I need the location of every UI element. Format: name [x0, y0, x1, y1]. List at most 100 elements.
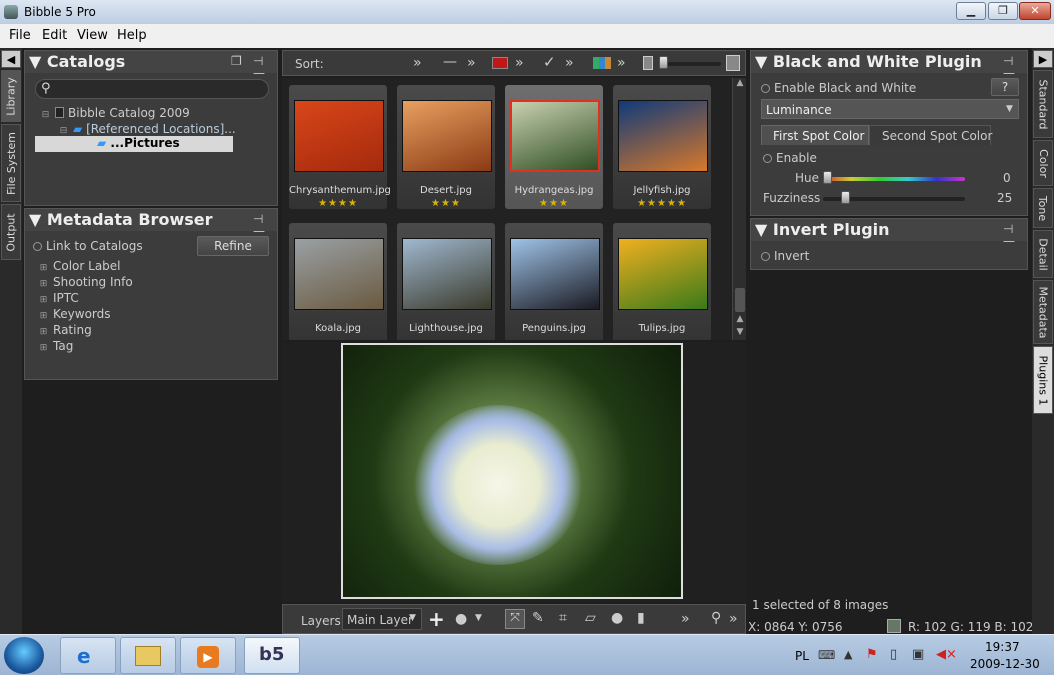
- large-thumb-icon[interactable]: [726, 55, 740, 71]
- more-icon[interactable]: »: [467, 55, 476, 71]
- fit-icon[interactable]: ⤧: [505, 609, 525, 629]
- meta-item-color-label[interactable]: ⊞ Color Label: [39, 259, 121, 273]
- action-center-icon[interactable]: ⚑: [866, 647, 878, 662]
- thumb-size-slider[interactable]: [659, 62, 721, 66]
- circle-icon[interactable]: ●: [455, 611, 467, 627]
- more-icon[interactable]: »: [515, 55, 524, 71]
- invert-radio[interactable]: Invert: [761, 249, 809, 263]
- more-icon[interactable]: »: [617, 55, 626, 71]
- collapse-left-icon[interactable]: ◀: [1, 50, 21, 68]
- spot-icon[interactable]: ●: [611, 610, 623, 626]
- thumbnail[interactable]: Hydrangeas.jpg ★★★: [504, 84, 604, 210]
- thumb-scrollbar[interactable]: ▲ ▲ ▼: [732, 78, 746, 340]
- tree-pictures[interactable]: ▰ ...Pictures: [35, 136, 233, 152]
- meta-item-tag[interactable]: ⊞ Tag: [39, 339, 74, 353]
- thumbnail-image[interactable]: [294, 238, 384, 310]
- thumbnail[interactable]: Koala.jpg: [288, 222, 388, 340]
- scroll-down-icon[interactable]: ▼: [734, 327, 746, 339]
- thumbnail-rating[interactable]: ★★★: [397, 198, 495, 209]
- meta-item-iptc[interactable]: ⊞ IPTC: [39, 291, 79, 305]
- bw-plugin-header[interactable]: ▼ Black and White Plugin: [751, 51, 1027, 73]
- more-icon[interactable]: »: [681, 611, 690, 627]
- expand-icon[interactable]: ⊞: [39, 312, 48, 321]
- thumbnail-image[interactable]: [618, 100, 708, 172]
- thumbnail-rating[interactable]: ★★★★: [289, 198, 387, 209]
- expand-icon[interactable]: ⊞: [39, 264, 48, 273]
- tab-standard[interactable]: Standard: [1033, 70, 1053, 138]
- volume-icon[interactable]: ◀×: [936, 647, 957, 662]
- meta-item-rating[interactable]: ⊞ Rating: [39, 323, 92, 337]
- tab-first-spot-color[interactable]: First Spot Color: [761, 125, 869, 145]
- thumbnail-image[interactable]: [402, 238, 492, 310]
- thumbnail-image[interactable]: [402, 100, 492, 172]
- explorer-taskbar-icon[interactable]: [120, 637, 176, 674]
- slider-knob[interactable]: [659, 56, 668, 69]
- maximize-button[interactable]: ❐: [988, 2, 1018, 20]
- meta-item-keywords[interactable]: ⊞ Keywords: [39, 307, 111, 321]
- hue-slider-knob[interactable]: [823, 171, 832, 184]
- thumbnail-rating[interactable]: ★★★: [505, 198, 603, 209]
- network-icon[interactable]: ▣: [912, 647, 924, 662]
- more-icon[interactable]: »: [413, 55, 422, 71]
- thumbnail[interactable]: Chrysanthemum.jpg ★★★★: [288, 84, 391, 210]
- scroll-up-icon[interactable]: ▲: [734, 314, 746, 326]
- fuzziness-slider-knob[interactable]: [841, 191, 850, 204]
- tray-arrow-icon[interactable]: ▲: [844, 648, 852, 661]
- line-icon[interactable]: —: [443, 54, 457, 70]
- tab-second-spot-color[interactable]: Second Spot Color: [869, 125, 992, 145]
- tab-file-system[interactable]: File System: [1, 124, 21, 202]
- crop-icon[interactable]: ⌗: [559, 610, 567, 626]
- media-player-taskbar-icon[interactable]: ▶: [180, 637, 236, 674]
- collapse-right-icon[interactable]: ▶: [1033, 50, 1053, 68]
- ie-taskbar-icon[interactable]: e: [60, 637, 116, 674]
- small-thumb-icon[interactable]: [643, 56, 653, 70]
- preview-image[interactable]: [341, 343, 683, 599]
- hue-slider[interactable]: [823, 177, 965, 181]
- pin-icon[interactable]: ⊣—: [253, 55, 271, 79]
- language-indicator[interactable]: PL: [795, 649, 809, 663]
- tab-tone[interactable]: Tone: [1033, 188, 1053, 228]
- bibble-taskbar-icon[interactable]: b5: [244, 637, 300, 674]
- spot-enable-radio[interactable]: Enable: [763, 151, 817, 165]
- more-icon[interactable]: »: [565, 55, 574, 71]
- menu-help[interactable]: Help: [117, 28, 147, 43]
- layer-select[interactable]: Main Layer ▼: [342, 608, 422, 630]
- tab-detail[interactable]: Detail: [1033, 230, 1053, 278]
- menu-file[interactable]: File: [9, 28, 31, 43]
- thumbnail[interactable]: Tulips.jpg: [612, 222, 712, 340]
- thumbnail-rating[interactable]: ★★★★★: [613, 198, 711, 209]
- clock-time[interactable]: 19:37: [985, 640, 1020, 654]
- bw-mode-select[interactable]: Luminance ▼: [761, 99, 1019, 119]
- collapse-icon[interactable]: ⊟: [41, 111, 50, 120]
- keyboard-icon[interactable]: ⌨: [818, 648, 835, 662]
- more-icon[interactable]: »: [729, 611, 738, 627]
- tab-plugins-1[interactable]: Plugins 1: [1033, 346, 1053, 414]
- expand-icon[interactable]: ⊞: [39, 296, 48, 305]
- pin-icon[interactable]: ⊣—: [253, 213, 271, 237]
- brush-icon[interactable]: ✎: [532, 610, 544, 626]
- thumbnail-image[interactable]: [618, 238, 708, 310]
- thumbnail[interactable]: Desert.jpg ★★★: [396, 84, 496, 210]
- link-to-catalogs-radio[interactable]: Link to Catalogs: [33, 239, 143, 253]
- expand-icon[interactable]: ⊞: [39, 328, 48, 337]
- power-icon[interactable]: ▯: [890, 647, 897, 662]
- tab-library[interactable]: Library: [1, 70, 21, 122]
- scrollbar-thumb[interactable]: [735, 288, 745, 312]
- scroll-up-icon[interactable]: ▲: [734, 78, 746, 90]
- thumbnail[interactable]: Lighthouse.jpg: [396, 222, 496, 340]
- minimize-button[interactable]: ▁: [956, 2, 986, 20]
- straighten-icon[interactable]: ▱: [585, 610, 596, 626]
- tab-output[interactable]: Output: [1, 204, 21, 260]
- add-layer-icon[interactable]: +: [428, 607, 445, 631]
- pin-icon[interactable]: ⊣—: [1003, 223, 1021, 247]
- thumbnail[interactable]: Penguins.jpg: [504, 222, 604, 340]
- close-button[interactable]: ✕: [1019, 2, 1051, 20]
- color-label-icon[interactable]: [492, 57, 508, 69]
- menu-view[interactable]: View: [77, 28, 108, 43]
- pin-icon[interactable]: ⊣—: [1003, 55, 1021, 79]
- clock-date[interactable]: 2009-12-30: [970, 657, 1040, 671]
- copy-icon[interactable]: ❐: [231, 55, 249, 67]
- meta-item-shooting-info[interactable]: ⊞ Shooting Info: [39, 275, 133, 289]
- catalog-search-input[interactable]: ⚲: [35, 79, 269, 99]
- help-button[interactable]: ?: [991, 78, 1019, 96]
